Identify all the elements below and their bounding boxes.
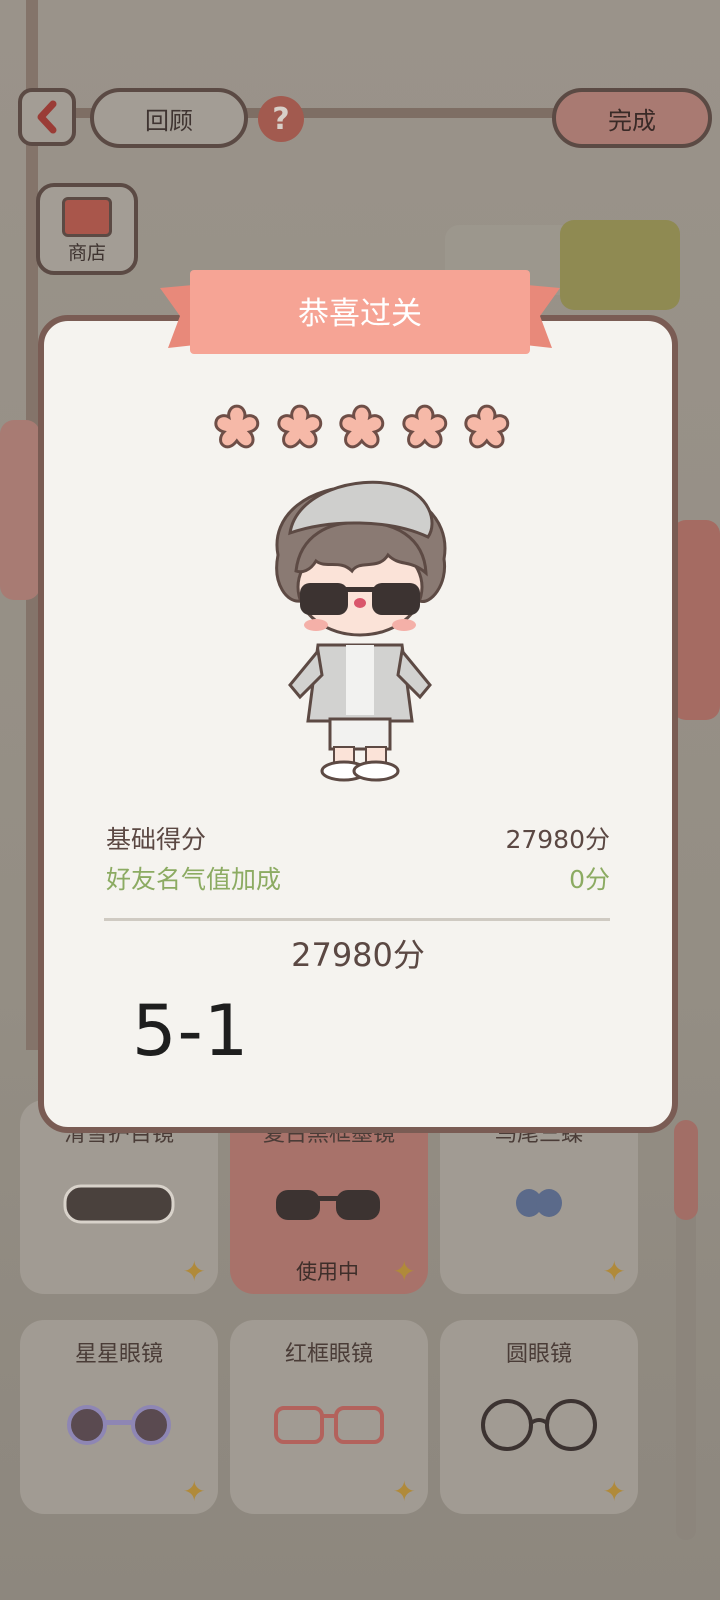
red-frame-glasses-icon — [274, 1406, 384, 1444]
ski-goggles-icon — [63, 1184, 175, 1224]
bonus-value: 0分 — [569, 865, 610, 894]
hanging-cloth-right — [672, 520, 720, 720]
in-use-label: 使用中 — [296, 1260, 359, 1284]
flower-star-icon — [339, 404, 385, 449]
bonus-label: 好友名气值加成 — [106, 865, 282, 894]
flower-star-icon — [464, 404, 510, 449]
base-score-value: 27980分 — [505, 825, 610, 854]
score-divider — [104, 918, 610, 921]
item-card[interactable]: 红框眼镜 ✦ — [230, 1320, 428, 1514]
help-button[interactable]: ? — [258, 96, 304, 142]
level-number: 5-1 — [132, 990, 250, 1072]
butterfly-icon — [516, 1189, 562, 1217]
sparkle-icon: ✦ — [602, 1475, 626, 1508]
rating-flowers — [212, 402, 512, 452]
flower-glasses-icon — [67, 1405, 171, 1445]
sparkle-icon: ✦ — [392, 1255, 416, 1288]
item-name: 红框眼镜 — [284, 1342, 373, 1367]
dialog-title: 恭喜过关 — [298, 296, 422, 332]
back-button[interactable] — [18, 88, 76, 146]
sparkle-icon: ✦ — [182, 1255, 206, 1288]
bonus-row: 好友名气值加成 0分 — [106, 860, 610, 896]
hanging-cloth-left — [0, 420, 40, 600]
item-card[interactable]: 圆眼镜 ✦ — [440, 1320, 638, 1514]
shop-icon — [62, 197, 112, 237]
flower-star-icon — [214, 404, 260, 449]
base-score-row: 基础得分 27980分 — [106, 820, 610, 856]
flower-star-icon — [402, 404, 448, 449]
sparkle-icon: ✦ — [182, 1475, 206, 1508]
item-name: 星星眼镜 — [74, 1342, 163, 1367]
sparkle-icon: ✦ — [392, 1475, 416, 1508]
shop-button[interactable]: 商店 — [36, 183, 138, 275]
hanging-dress — [560, 220, 680, 310]
character-avatar — [275, 480, 447, 782]
flower-star-icon — [276, 404, 322, 449]
done-button[interactable]: 完成 — [552, 88, 712, 148]
shop-label: 商店 — [67, 242, 106, 264]
chevron-left-icon — [37, 100, 57, 134]
black-sunglasses-icon — [276, 1190, 380, 1220]
item-name: 圆眼镜 — [505, 1342, 572, 1367]
base-score-label: 基础得分 — [106, 825, 207, 854]
scrollbar-thumb[interactable] — [674, 1120, 698, 1220]
item-card[interactable]: 星星眼镜 ✦ — [20, 1320, 218, 1514]
sparkle-icon: ✦ — [602, 1255, 626, 1288]
review-button[interactable]: 回顾 — [90, 88, 248, 148]
round-glasses-icon — [481, 1399, 597, 1451]
total-score: 27980分 — [291, 936, 425, 974]
